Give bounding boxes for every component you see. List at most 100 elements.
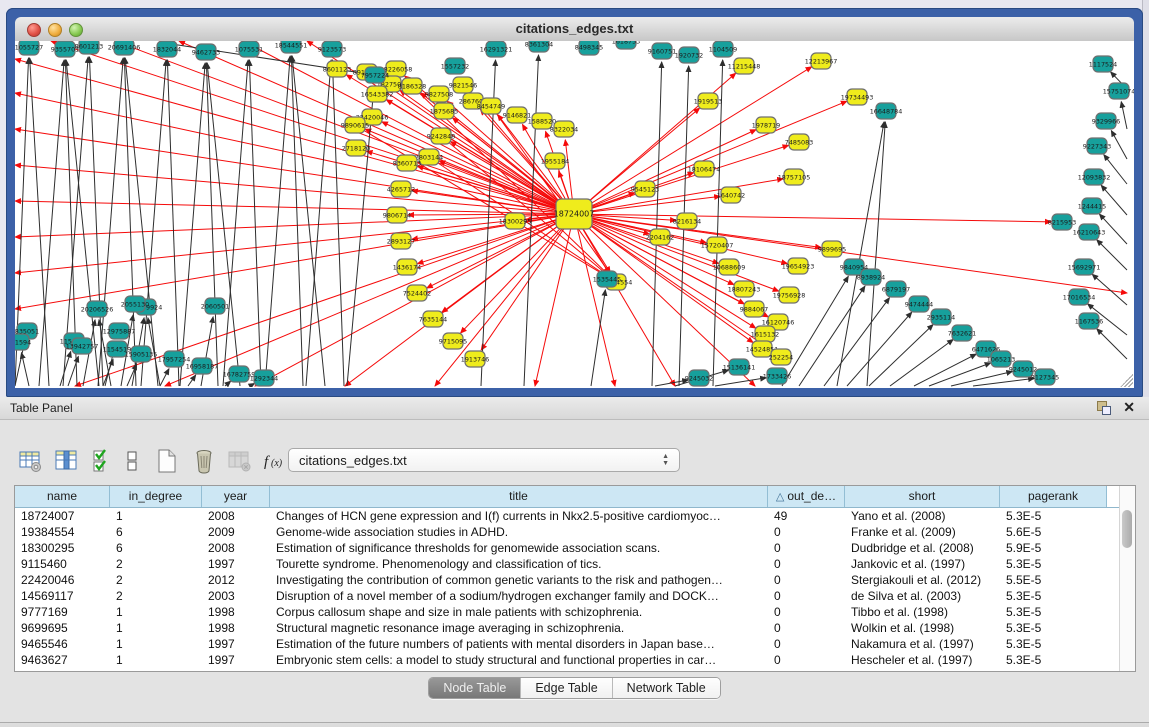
graph-node[interactable]: 9890615	[341, 117, 369, 133]
graph-node[interactable]: 1640742	[717, 187, 745, 203]
unselect-all-columns-button[interactable]	[118, 446, 148, 476]
graph-node[interactable]: 15720407	[701, 237, 734, 253]
graph-node[interactable]: 9715095	[439, 333, 467, 349]
graph-node[interactable]: 1955184	[541, 153, 569, 169]
graph-node[interactable]: 9123573	[318, 41, 346, 57]
column-header-short[interactable]: short	[845, 486, 1000, 507]
column-header-name[interactable]: name	[15, 486, 110, 507]
graph-node[interactable]: 1733426	[763, 368, 791, 384]
graph-node[interactable]: 8360713	[393, 155, 421, 171]
table-row[interactable]: 1456911722003Disruption of a novel membe…	[15, 588, 1135, 604]
tab-network-table[interactable]: Network Table	[613, 678, 720, 698]
graph-node[interactable]: 252254	[769, 349, 793, 365]
graph-node[interactable]: 11215448	[728, 58, 761, 74]
graph-node[interactable]: 1292344	[250, 370, 278, 386]
column-header-out_de[interactable]: △out_de…	[768, 486, 845, 507]
hub-node[interactable]: 18724007	[554, 199, 595, 229]
graph-node[interactable]: 15692971	[1068, 259, 1101, 275]
graph-node[interactable]: 17016534	[1063, 289, 1096, 305]
graph-node[interactable]: 12213967	[805, 53, 838, 69]
graph-node[interactable]: 8601123	[323, 61, 351, 77]
graph-node[interactable]: 10688609	[713, 259, 746, 275]
graph-node[interactable]: 1875685	[430, 103, 458, 119]
graph-node[interactable]: 16648784	[870, 103, 903, 119]
graph-node[interactable]: 1615132	[751, 326, 779, 342]
network-canvas[interactable]: 1872400786011238912954182260581827509818…	[15, 41, 1134, 388]
column-header-in_degree[interactable]: in_degree	[110, 486, 202, 507]
table-row[interactable]: 1938455462009Genome-wide association stu…	[15, 524, 1135, 540]
graph-node[interactable]: 4265712	[387, 181, 415, 197]
graph-node[interactable]: 1913746	[461, 351, 489, 367]
graph-node[interactable]: 8938924	[857, 269, 885, 285]
graph-node[interactable]: 8216134	[673, 213, 701, 229]
graph-node[interactable]: 8454749	[477, 98, 505, 114]
graph-node[interactable]: 15136141	[723, 359, 756, 375]
graph-node[interactable]: 18544551	[275, 41, 308, 53]
table-mode-button[interactable]	[16, 446, 46, 476]
graph-node[interactable]: 19756928	[773, 287, 806, 303]
network-window-titlebar[interactable]: citations_edges.txt	[15, 17, 1134, 42]
graph-node[interactable]: 9545123	[631, 181, 659, 197]
table-row[interactable]: 946554611997Estimation of the future num…	[15, 636, 1135, 652]
graph-node[interactable]: 1920732	[675, 47, 703, 63]
column-header-title[interactable]: title	[270, 486, 768, 507]
graph-node[interactable]: 1055727	[15, 41, 43, 55]
graph-node[interactable]: 9884067	[740, 301, 768, 317]
graph-node[interactable]: 2718120	[342, 140, 370, 156]
table-row[interactable]: 977716911998Corpus callosum shape and si…	[15, 604, 1135, 620]
graph-node[interactable]: 12975887	[103, 323, 136, 339]
graph-node[interactable]: 9474444	[905, 296, 933, 312]
graph-node[interactable]: 16210643	[1073, 224, 1106, 240]
graph-node[interactable]: 8186328	[398, 78, 426, 94]
graph-node[interactable]: 6879197	[882, 281, 910, 297]
graph-node[interactable]: 19734493	[841, 89, 874, 105]
graph-node[interactable]: 8215953	[1048, 214, 1076, 230]
graph-node[interactable]: 1104509	[709, 41, 737, 57]
graph-node[interactable]: 1978719	[752, 117, 780, 133]
column-header-pagerank[interactable]: pagerank	[1000, 486, 1107, 507]
column-header-year[interactable]: year	[202, 486, 270, 507]
graph-node[interactable]: 18807243	[728, 281, 761, 297]
graph-node[interactable]: 7485083	[785, 134, 813, 150]
graph-node[interactable]: 1167536	[1075, 313, 1103, 329]
delete-table-button[interactable]	[225, 446, 255, 476]
graph-node[interactable]: 8322034	[550, 121, 578, 137]
graph-node[interactable]: 18106474	[688, 161, 721, 177]
tab-edge-table[interactable]: Edge Table	[521, 678, 612, 698]
graph-node[interactable]: 7635144	[419, 311, 447, 327]
table-row[interactable]: 1872400712008Changes of HCN gene express…	[15, 508, 1135, 524]
graph-node[interactable]: 1436174	[393, 259, 421, 275]
graph-node[interactable]: 16291321	[480, 41, 513, 57]
graph-node[interactable]: 9242848	[427, 128, 455, 144]
graph-node[interactable]: 16958187	[186, 358, 219, 374]
graph-node[interactable]: 8127345	[1031, 369, 1059, 385]
graph-node[interactable]: 18300295	[499, 213, 532, 229]
table-selector-dropdown[interactable]: citations_edges.txt ▲▼	[288, 448, 680, 472]
graph-node[interactable]: 1832044	[153, 41, 181, 57]
graph-node[interactable]: 8361304	[525, 41, 553, 52]
graph-node[interactable]: 2893127	[387, 233, 415, 249]
graph-node[interactable]: 8498345	[575, 41, 603, 55]
float-panel-icon[interactable]	[1097, 401, 1111, 415]
graph-node[interactable]: 2935114	[927, 309, 955, 325]
tab-node-table[interactable]: Node Table	[429, 678, 521, 698]
select-all-columns-button[interactable]	[88, 446, 118, 476]
graph-node[interactable]: 15751074	[1103, 83, 1134, 99]
graph-node[interactable]: 391594	[15, 334, 31, 350]
graph-node[interactable]: 20691406	[108, 41, 141, 55]
graph-node[interactable]: 1117524	[1089, 56, 1117, 72]
graph-node[interactable]: 7524402	[403, 285, 431, 301]
create-column-button[interactable]	[152, 446, 182, 476]
graph-node[interactable]: 9462733	[192, 44, 220, 60]
graph-node[interactable]: 7632621	[948, 325, 976, 341]
graph-node[interactable]: 1618753	[612, 41, 640, 49]
scrollbar-thumb[interactable]	[1122, 510, 1132, 548]
graph-node[interactable]: 1557232	[441, 58, 469, 74]
graph-node[interactable]: 1075531	[235, 41, 263, 57]
graph-node[interactable]: 1535445	[593, 271, 621, 287]
graph-node[interactable]: 12093832	[1078, 169, 1111, 185]
graph-node[interactable]: 2204162	[646, 229, 674, 245]
graph-node[interactable]: 1919513	[694, 93, 722, 109]
graph-node[interactable]: 9329966	[1092, 113, 1120, 129]
graph-node[interactable]: 9245032	[685, 370, 713, 386]
